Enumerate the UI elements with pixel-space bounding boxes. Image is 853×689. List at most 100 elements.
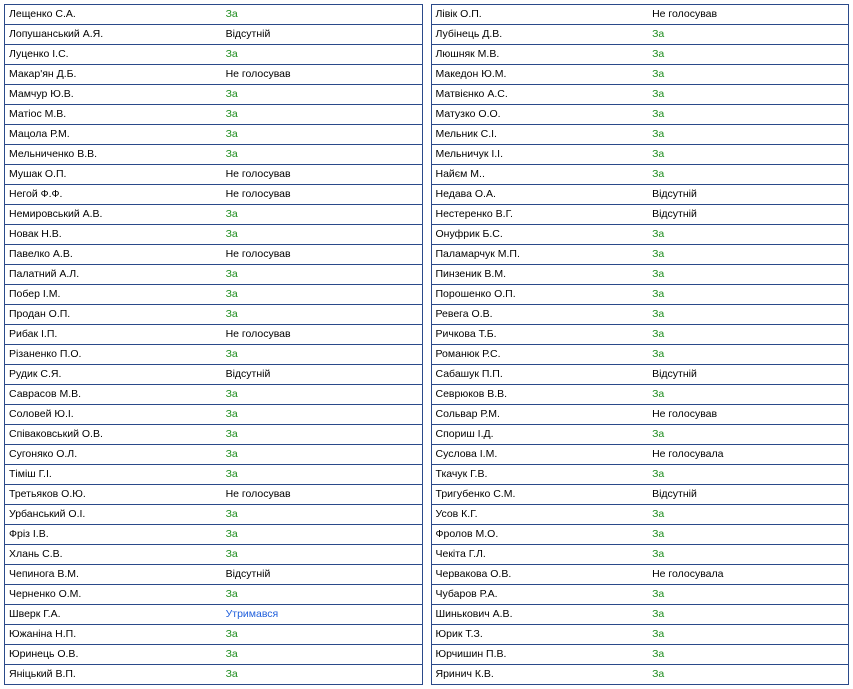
vote-value: Не голосував bbox=[222, 165, 422, 185]
table-row: Різаненко П.О.За bbox=[5, 345, 423, 365]
deputy-name: Севрюков В.В. bbox=[431, 385, 648, 405]
table-row: Юрик Т.З.За bbox=[431, 625, 849, 645]
deputy-name: Ревега О.В. bbox=[431, 305, 648, 325]
table-row: Палатний А.Л.За bbox=[5, 265, 423, 285]
deputy-name: Лещенко С.А. bbox=[5, 5, 222, 25]
deputy-name: Лопушанський А.Я. bbox=[5, 25, 222, 45]
table-row: Мельниченко В.В.За bbox=[5, 145, 423, 165]
table-row: Паламарчук М.П.За bbox=[431, 245, 849, 265]
vote-value: За bbox=[648, 105, 848, 125]
deputy-name: Сабашук П.П. bbox=[431, 365, 648, 385]
vote-value: За bbox=[648, 265, 848, 285]
deputy-name: Ткачук Г.В. bbox=[431, 465, 648, 485]
vote-value: Відсутній bbox=[648, 205, 848, 225]
vote-value: За bbox=[222, 265, 422, 285]
deputy-name: Чепинога В.М. bbox=[5, 565, 222, 585]
table-row: Лубінець Д.В.За bbox=[431, 25, 849, 45]
vote-value: За bbox=[648, 305, 848, 325]
vote-value: За bbox=[222, 525, 422, 545]
table-row: Найєм М..За bbox=[431, 165, 849, 185]
table-row: Чекіта Г.Л.За bbox=[431, 545, 849, 565]
deputy-name: Сугоняко О.Л. bbox=[5, 445, 222, 465]
vote-value: За bbox=[222, 445, 422, 465]
vote-value: За bbox=[222, 125, 422, 145]
deputy-name: Юрчишин П.В. bbox=[431, 645, 648, 665]
deputy-name: Чубаров Р.А. bbox=[431, 585, 648, 605]
table-row: Усов К.Г.За bbox=[431, 505, 849, 525]
table-row: Чепинога В.М.Відсутній bbox=[5, 565, 423, 585]
vote-value: За bbox=[648, 425, 848, 445]
table-row: Урбанський О.І.За bbox=[5, 505, 423, 525]
vote-value: За bbox=[222, 5, 422, 25]
deputy-name: Пинзеник В.М. bbox=[431, 265, 648, 285]
deputy-name: Червакова О.В. bbox=[431, 565, 648, 585]
table-row: Макар'ян Д.Б.Не голосував bbox=[5, 65, 423, 85]
vote-value: За bbox=[648, 605, 848, 625]
table-row: Черненко О.М.За bbox=[5, 585, 423, 605]
vote-value: За bbox=[648, 225, 848, 245]
deputy-name: Суслова І.М. bbox=[431, 445, 648, 465]
table-row: Мамчур Ю.В.За bbox=[5, 85, 423, 105]
vote-value: Не голосував bbox=[648, 405, 848, 425]
deputy-name: Тіміш Г.І. bbox=[5, 465, 222, 485]
deputy-name: Продан О.П. bbox=[5, 305, 222, 325]
vote-value: За bbox=[222, 645, 422, 665]
vote-value: За bbox=[648, 45, 848, 65]
deputy-name: Павелко А.В. bbox=[5, 245, 222, 265]
table-row: Новак Н.В.За bbox=[5, 225, 423, 245]
deputy-name: Третьяков О.Ю. bbox=[5, 485, 222, 505]
deputy-name: Мельниченко В.В. bbox=[5, 145, 222, 165]
vote-value: За bbox=[648, 25, 848, 45]
deputy-name: Шинькович А.В. bbox=[431, 605, 648, 625]
deputy-name: Саврасов М.В. bbox=[5, 385, 222, 405]
vote-value: Відсутній bbox=[648, 485, 848, 505]
vote-value: За bbox=[648, 285, 848, 305]
deputy-name: Лубінець Д.В. bbox=[431, 25, 648, 45]
vote-value: За bbox=[648, 545, 848, 565]
deputy-name: Негой Ф.Ф. bbox=[5, 185, 222, 205]
table-row: Юрчишин П.В.За bbox=[431, 645, 849, 665]
deputy-name: Македон Ю.М. bbox=[431, 65, 648, 85]
vote-value: За bbox=[222, 45, 422, 65]
table-row: Чубаров Р.А.За bbox=[431, 585, 849, 605]
deputy-name: Немировський А.В. bbox=[5, 205, 222, 225]
table-row: Матвієнко А.С.За bbox=[431, 85, 849, 105]
deputy-name: Черненко О.М. bbox=[5, 585, 222, 605]
table-row: Матіос М.В.За bbox=[5, 105, 423, 125]
table-row: Рибак І.П.Не голосував bbox=[5, 325, 423, 345]
vote-value: Не голосувала bbox=[648, 565, 848, 585]
deputy-name: Урбанський О.І. bbox=[5, 505, 222, 525]
table-row: Севрюков В.В.За bbox=[431, 385, 849, 405]
table-row: Лещенко С.А.За bbox=[5, 5, 423, 25]
table-row: Сугоняко О.Л.За bbox=[5, 445, 423, 465]
deputy-name: Паламарчук М.П. bbox=[431, 245, 648, 265]
deputy-name: Недава О.А. bbox=[431, 185, 648, 205]
deputy-name: Лівік О.П. bbox=[431, 5, 648, 25]
vote-value: За bbox=[222, 305, 422, 325]
deputy-name: Юрик Т.З. bbox=[431, 625, 648, 645]
vote-value: За bbox=[648, 525, 848, 545]
table-row: Мацола Р.М.За bbox=[5, 125, 423, 145]
vote-value: За bbox=[648, 645, 848, 665]
vote-value: Не голосував bbox=[222, 245, 422, 265]
deputy-name: Чекіта Г.Л. bbox=[431, 545, 648, 565]
table-row: Мельник С.І.За bbox=[431, 125, 849, 145]
deputy-name: Онуфрик Б.С. bbox=[431, 225, 648, 245]
table-row: Порошенко О.П.За bbox=[431, 285, 849, 305]
deputy-name: Спориш І.Д. bbox=[431, 425, 648, 445]
vote-value: Не голосував bbox=[222, 325, 422, 345]
deputy-name: Яринич К.В. bbox=[431, 665, 648, 685]
table-row: Лопушанський А.Я.Відсутній bbox=[5, 25, 423, 45]
deputy-name: Романюк Р.С. bbox=[431, 345, 648, 365]
vote-table-left: Лещенко С.А.ЗаЛопушанський А.Я.Відсутній… bbox=[4, 4, 423, 685]
table-row: Матузко О.О.За bbox=[431, 105, 849, 125]
table-row: Фролов М.О.За bbox=[431, 525, 849, 545]
vote-value: Відсутній bbox=[222, 365, 422, 385]
table-row: Фріз І.В.За bbox=[5, 525, 423, 545]
table-row: Люшняк М.В.За bbox=[431, 45, 849, 65]
vote-value: За bbox=[222, 225, 422, 245]
vote-value: Відсутній bbox=[222, 565, 422, 585]
deputy-name: Тригубенко С.М. bbox=[431, 485, 648, 505]
deputy-name: Найєм М.. bbox=[431, 165, 648, 185]
table-row: Южаніна Н.П.За bbox=[5, 625, 423, 645]
